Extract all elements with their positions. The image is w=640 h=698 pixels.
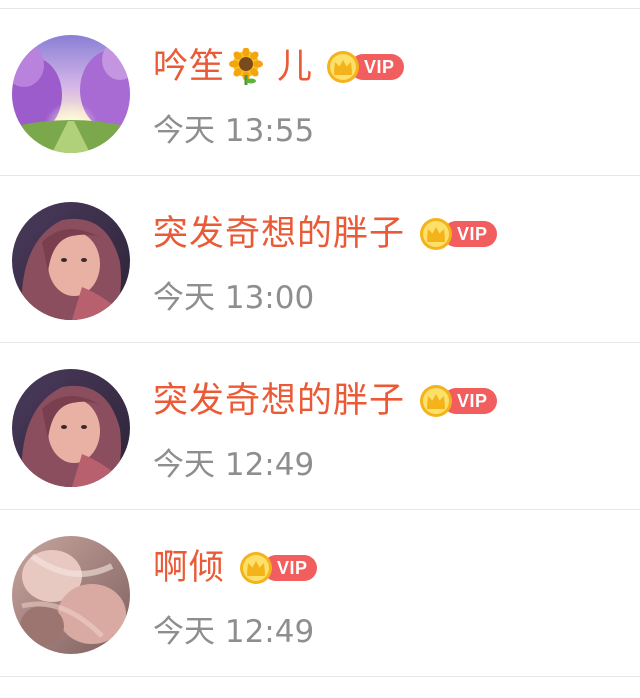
name-line: 突发奇想的胖子 VIP xyxy=(153,377,497,425)
vip-badge[interactable]: VIP xyxy=(239,552,317,584)
user-name[interactable]: 吟笙 xyxy=(153,43,225,91)
crown-icon xyxy=(240,552,273,584)
visit-time: 今天 12:49 xyxy=(153,614,315,650)
avatar[interactable] xyxy=(12,202,130,320)
vip-badge[interactable]: VIP xyxy=(326,51,404,83)
pink-photo-avatar-image xyxy=(12,536,130,654)
user-name[interactable]: 啊倾 xyxy=(153,544,225,592)
portrait-avatar-image xyxy=(12,369,130,487)
visit-time: 今天 13:55 xyxy=(153,113,315,149)
list-item[interactable]: 吟笙 儿 VIP 今天 13:55 xyxy=(0,9,640,176)
list-item[interactable]: 突发奇想的胖子 VIP 今天 13:00 xyxy=(0,176,640,343)
avatar[interactable] xyxy=(12,536,130,654)
crown-icon xyxy=(327,51,360,83)
avatar[interactable] xyxy=(12,369,130,487)
list-item[interactable]: 啊倾 VIP 今天 12:49 xyxy=(0,510,640,677)
visit-time: 今天 13:00 xyxy=(153,280,315,316)
visitor-list: 吟笙 儿 VIP 今天 13:55 突发奇想的胖子 VIP 今天 13:00 突… xyxy=(0,9,640,677)
user-name-suffix[interactable]: 儿 xyxy=(277,43,312,91)
crown-icon xyxy=(420,385,453,417)
name-line: 吟笙 儿 VIP xyxy=(153,43,404,91)
name-line: 啊倾 VIP xyxy=(153,544,317,592)
lavender-field-avatar-image xyxy=(12,35,130,153)
top-separator xyxy=(0,0,640,9)
vip-badge[interactable]: VIP xyxy=(419,385,497,417)
avatar[interactable] xyxy=(12,35,130,153)
visit-time: 今天 12:49 xyxy=(153,447,315,483)
user-name[interactable]: 突发奇想的胖子 xyxy=(153,377,405,425)
name-line: 突发奇想的胖子 VIP xyxy=(153,210,497,258)
portrait-avatar-image xyxy=(12,202,130,320)
sunflower-icon xyxy=(229,48,264,85)
vip-badge[interactable]: VIP xyxy=(419,218,497,250)
crown-icon xyxy=(420,218,453,250)
list-item[interactable]: 突发奇想的胖子 VIP 今天 12:49 xyxy=(0,343,640,510)
user-name[interactable]: 突发奇想的胖子 xyxy=(153,210,405,258)
